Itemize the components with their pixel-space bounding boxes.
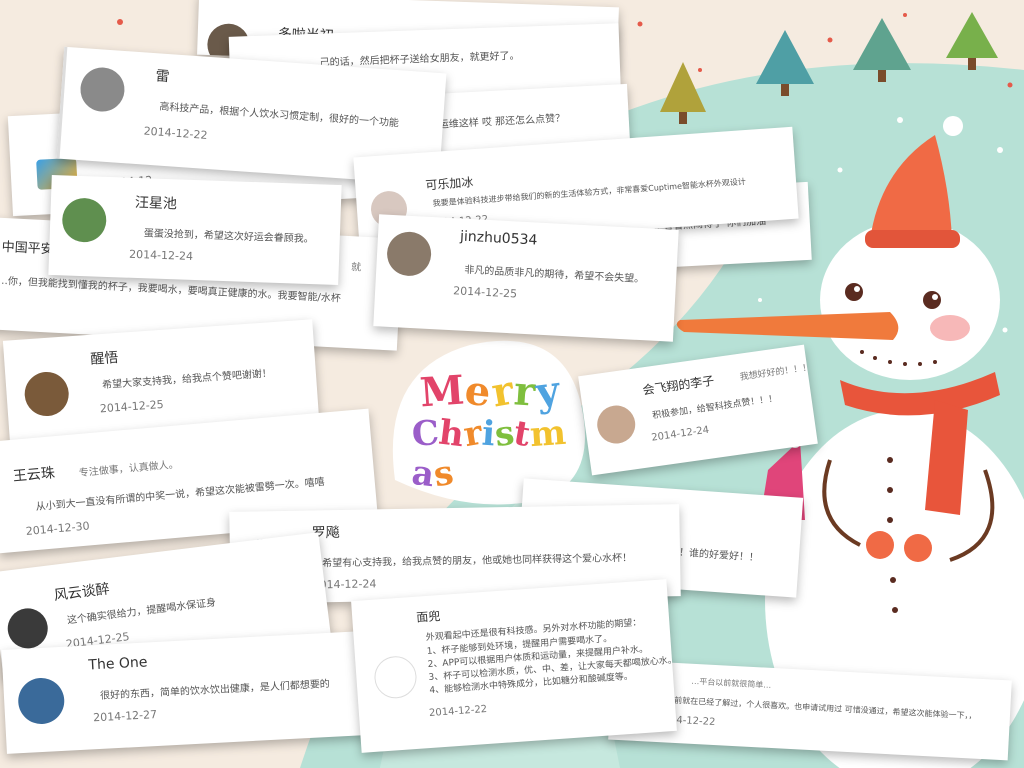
avatar[interactable] [373,654,418,700]
comment-date: 2014-12-22 [428,703,488,720]
comment-author[interactable]: 会飞翔的李子 [641,372,715,399]
comment-card: The One 很好的东西，简单的饮水饮出健康，是人们都想要的 2014-12-… [1,630,387,754]
comment-card: 面兜 外观看起中还是很有科技感。另外对水杯功能的期望： 1、杯子能够到处环境，提… [351,579,677,753]
avatar[interactable] [385,230,433,277]
comment-date: 2014-12-30 [25,519,91,538]
comment-text: 希望有心支持我，给我点赞的朋友，他或她也同样获得这个爱心水杯！ [322,552,633,570]
comment-text: 蛋蛋没抢到，希望这次好运会眷顾我。 [143,228,314,246]
comment-author[interactable]: 王云珠 [12,462,56,486]
greeting-letter: s [430,452,457,496]
greeting-letter: C [410,413,441,455]
comment-author[interactable]: 中国平安 [1,236,54,258]
avatar[interactable] [5,606,51,651]
greeting-letter: y [533,366,563,417]
avatar[interactable] [79,66,126,114]
comment-text: 高科技产品，根据个人饮水习惯定制，很好的一个功能 [159,101,400,130]
comment-text: 积极参加，给智科技点赞！！！ [651,393,778,422]
comment-extra: 就 [350,262,362,274]
greeting-line1: Merry [418,366,563,417]
avatar[interactable] [17,676,66,726]
comment-author[interactable]: 雷 [155,65,170,86]
comment-date: 2014-12-25 [99,397,165,416]
comment-author[interactable]: 醒悟 [90,347,119,369]
merry-christmas-greeting: Merry Christmas [410,366,582,495]
avatar[interactable] [61,197,108,243]
comment-text: 非凡的品质非凡的期待，希望不会失望。 [464,264,645,286]
comment-date: 2014-12-22 [143,124,208,142]
comment-card: 汪星池 蛋蛋没抢到，希望这次好运会眷顾我。 2014-12-24 [48,174,342,286]
comment-author[interactable]: jinzhu0534 [460,229,538,249]
greeting-letter: M [418,366,467,417]
comment-tagline: 专注做事，认真做人。 [78,459,180,480]
comment-tagline: …平台以前就很简单… [691,676,772,690]
comment-author[interactable]: 汪星池 [135,192,178,213]
comment-date: 2014-12-24 [650,424,710,444]
greeting-letter: m [528,412,567,456]
comment-text: 我要是体验科技进步带给我们的新的生活体验方式，非常喜爱Cuptime智能水杯外观… [432,177,747,209]
comment-tagline: 我想好好的！！！ [739,362,812,383]
comment-author[interactable]: The One [88,654,148,673]
comment-text: …运维这样 哎 那还怎么点赞？ [428,113,566,132]
comment-text: 很好的东西，简单的饮水饮出健康，是人们都想要的 [99,678,331,702]
comment-card: jinzhu0534 非凡的品质非凡的期待，希望不会失望。 2014-12-25 [373,214,679,342]
avatar[interactable] [23,370,71,418]
comment-date: 2014-12-25 [452,284,518,301]
avatar[interactable] [594,403,638,446]
comment-author[interactable]: 可乐加冰 [425,173,474,193]
comment-date: 2014-12-27 [92,707,158,725]
comment-text: 希望大家支持我，给我点个赞吧谢谢！ [101,368,273,392]
comment-author[interactable]: 风云谈醉 [53,578,111,605]
comment-author[interactable]: 面兜 [416,607,441,626]
comment-date: 2014-12-24 [128,247,194,263]
